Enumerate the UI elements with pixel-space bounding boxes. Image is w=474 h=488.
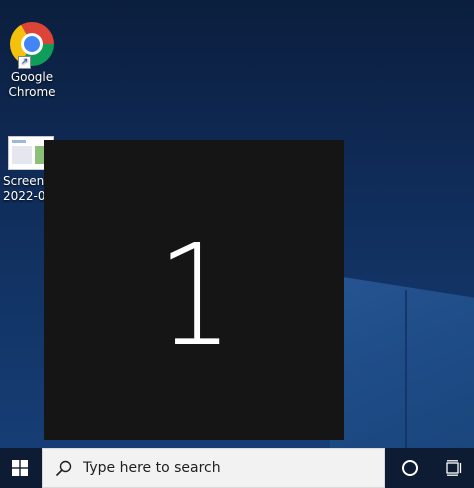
search-icon bbox=[56, 460, 72, 476]
wallpaper-edge bbox=[405, 290, 407, 448]
desktop-icon-screenshot-file[interactable]: Screens 2022-03 bbox=[0, 136, 54, 204]
cortana-button[interactable] bbox=[390, 448, 430, 488]
desktop-icon-label-line2: 2022-03 bbox=[3, 189, 54, 203]
display-number: 1 bbox=[157, 215, 234, 378]
wallpaper-highlight bbox=[330, 275, 474, 448]
windows-logo-icon bbox=[12, 460, 28, 476]
desktop-icon-label-line2: Chrome bbox=[8, 85, 56, 99]
task-view-icon bbox=[446, 460, 462, 476]
desktop: ↗ Google Chrome Screens 2022-03 1 bbox=[0, 0, 474, 488]
desktop-icon-label-line1: Screens bbox=[3, 174, 51, 188]
start-button[interactable] bbox=[0, 448, 40, 488]
cortana-circle-icon bbox=[402, 460, 418, 476]
chrome-icon: ↗ bbox=[10, 22, 54, 69]
shortcut-arrow-icon: ↗ bbox=[18, 56, 31, 69]
search-input[interactable] bbox=[83, 460, 363, 476]
taskbar bbox=[0, 448, 474, 488]
task-view-button[interactable] bbox=[436, 448, 474, 488]
display-identify-overlay: 1 bbox=[44, 140, 344, 440]
desktop-icon-google-chrome[interactable]: ↗ Google Chrome bbox=[0, 22, 64, 100]
desktop-icon-label-line1: Google bbox=[10, 70, 54, 84]
taskbar-search-box[interactable] bbox=[42, 448, 385, 488]
